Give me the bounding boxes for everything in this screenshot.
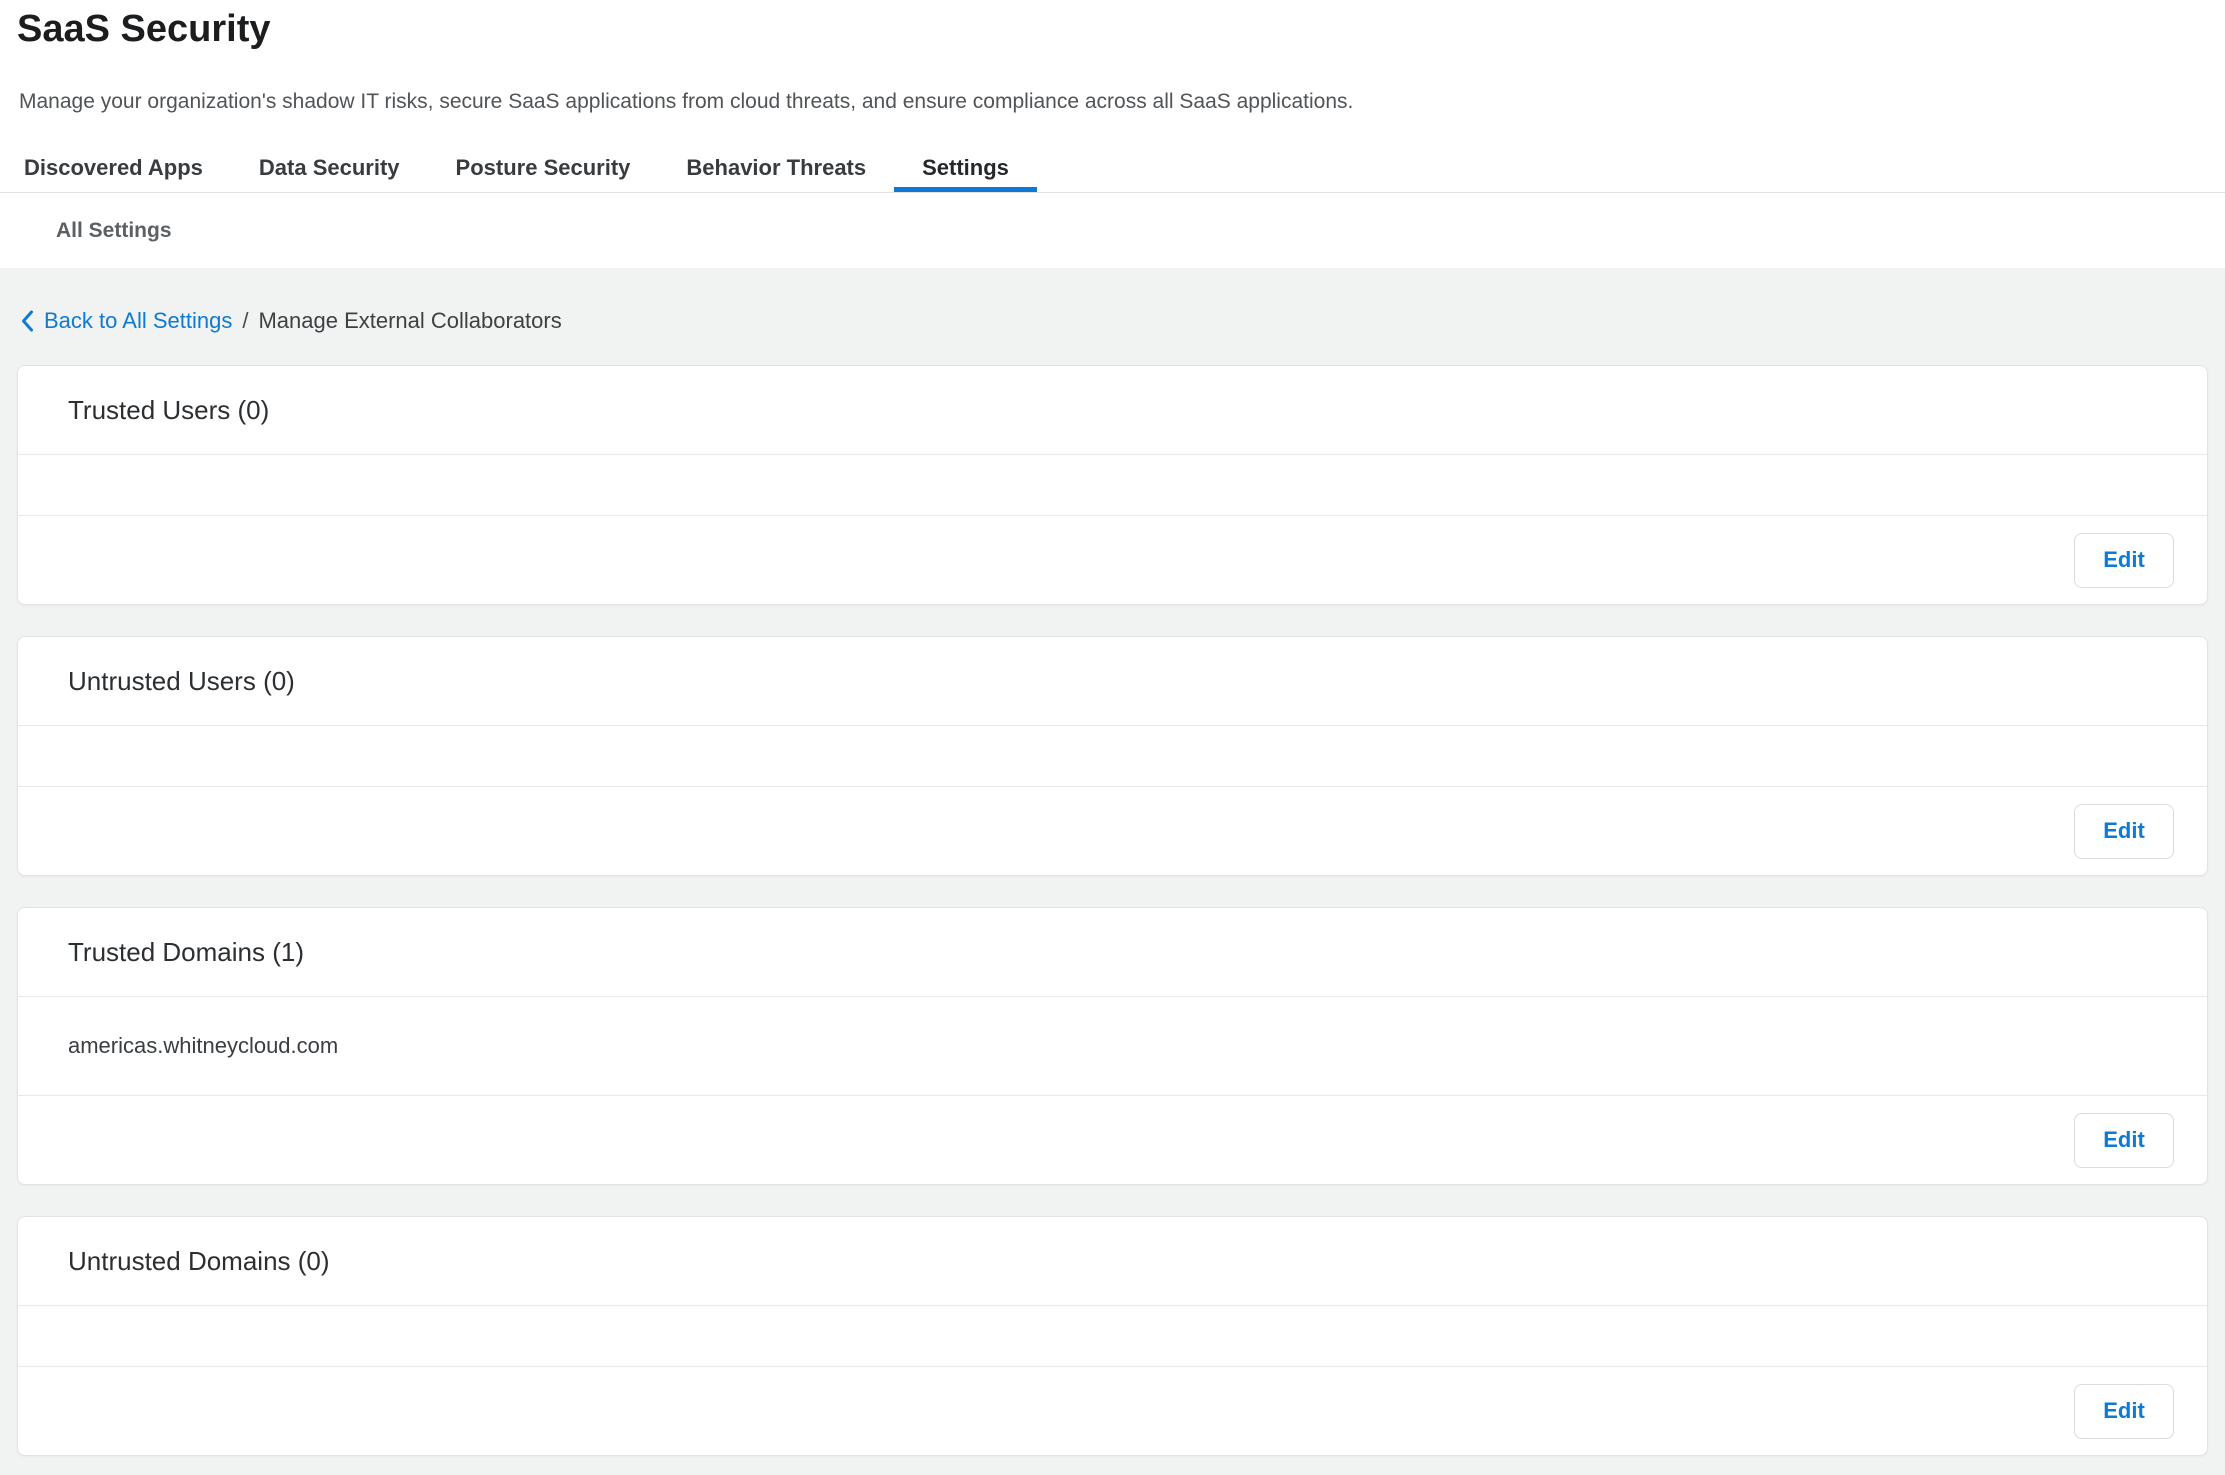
- back-link-label: Back to All Settings: [44, 307, 232, 334]
- tab-data-security[interactable]: Data Security: [231, 144, 428, 192]
- card-header: Untrusted Users (0): [18, 637, 2207, 725]
- settings-card-trusted-users: Trusted Users (0) Edit: [17, 365, 2208, 605]
- page-subtitle: Manage your organization's shadow IT ris…: [0, 88, 2225, 116]
- card-header: Untrusted Domains (0): [18, 1217, 2207, 1305]
- edit-button[interactable]: Edit: [2074, 533, 2174, 588]
- breadcrumb: Back to All Settings / Manage External C…: [17, 307, 2208, 334]
- card-header: Trusted Users (0): [18, 366, 2207, 454]
- empty-row: [18, 454, 2207, 515]
- tab-discovered-apps[interactable]: Discovered Apps: [0, 144, 231, 192]
- back-to-all-settings-link[interactable]: Back to All Settings: [20, 307, 232, 334]
- settings-card-untrusted-users: Untrusted Users (0) Edit: [17, 636, 2208, 876]
- settings-card-untrusted-domains: Untrusted Domains (0) Edit: [17, 1216, 2208, 1456]
- edit-button[interactable]: Edit: [2074, 804, 2174, 859]
- card-body: [18, 454, 2207, 515]
- edit-button[interactable]: Edit: [2074, 1384, 2174, 1439]
- card-footer: Edit: [18, 515, 2207, 604]
- empty-row: [18, 1305, 2207, 1366]
- card-title: Trusted Users (0): [68, 395, 269, 426]
- card-footer: Edit: [18, 1366, 2207, 1455]
- card-footer: Edit: [18, 1095, 2207, 1184]
- card-title: Trusted Domains (1): [68, 937, 304, 968]
- card-footer: Edit: [18, 786, 2207, 875]
- edit-button[interactable]: Edit: [2074, 1113, 2174, 1168]
- content-area: Back to All Settings / Manage External C…: [0, 268, 2225, 1475]
- card-title: Untrusted Users (0): [68, 666, 295, 697]
- empty-row: [18, 725, 2207, 786]
- card-body: [18, 1305, 2207, 1366]
- tab-settings[interactable]: Settings: [894, 144, 1037, 192]
- list-item: americas.whitneycloud.com: [18, 996, 2207, 1095]
- cards-container: Trusted Users (0) Edit Untrusted Users (…: [17, 365, 2208, 1456]
- tab-behavior-threats[interactable]: Behavior Threats: [658, 144, 894, 192]
- breadcrumb-current: Manage External Collaborators: [258, 307, 561, 334]
- breadcrumb-separator: /: [242, 307, 248, 334]
- card-header: Trusted Domains (1): [18, 908, 2207, 996]
- card-body: [18, 725, 2207, 786]
- card-title: Untrusted Domains (0): [68, 1246, 330, 1277]
- page-title: SaaS Security: [0, 0, 2225, 52]
- chevron-left-icon: [20, 309, 35, 333]
- subnav-item-all-settings[interactable]: All Settings: [56, 219, 172, 243]
- tab-posture-security[interactable]: Posture Security: [428, 144, 659, 192]
- tab-bar: Discovered AppsData SecurityPosture Secu…: [0, 144, 2225, 193]
- subnav: All Settings: [0, 193, 2225, 268]
- settings-card-trusted-domains: Trusted Domains (1) americas.whitneyclou…: [17, 907, 2208, 1185]
- card-body: americas.whitneycloud.com: [18, 996, 2207, 1095]
- page-header: SaaS Security Manage your organization's…: [0, 0, 2225, 268]
